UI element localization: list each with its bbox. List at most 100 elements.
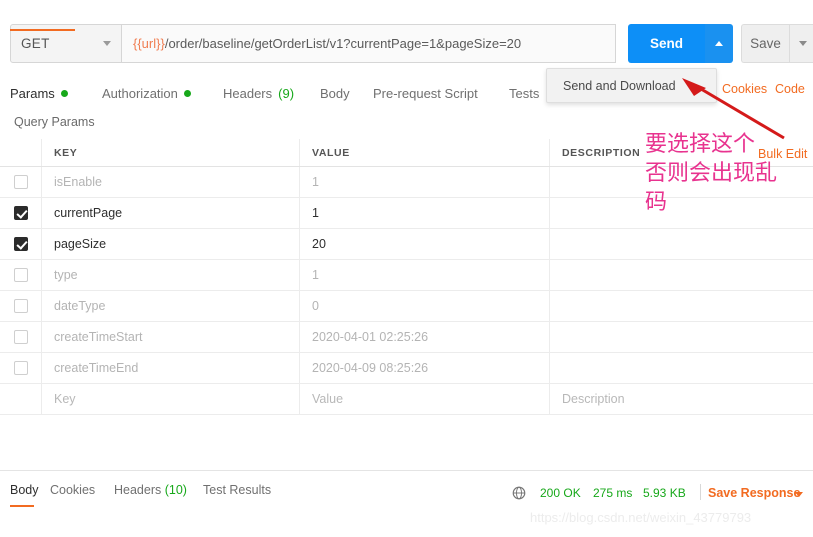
param-description[interactable] [550, 198, 813, 228]
placeholder-value[interactable]: Value [300, 384, 550, 414]
placeholder-description[interactable]: Description [550, 384, 813, 414]
chevron-up-icon [715, 41, 723, 46]
request-url-bar: GET {{url}}/order/baseline/getOrderList/… [10, 24, 813, 63]
param-value[interactable]: 2020-04-01 02:25:26 [300, 322, 550, 352]
param-value[interactable]: 1 [300, 167, 550, 197]
param-key[interactable]: isEnable [42, 167, 300, 197]
param-key[interactable]: dateType [42, 291, 300, 321]
row-checkbox-cell [0, 260, 42, 290]
tab-label: Params [10, 85, 55, 101]
column-header-key: KEY [42, 139, 300, 166]
param-description[interactable] [550, 291, 813, 321]
row-checkbox[interactable] [13, 299, 28, 313]
tab-label: Headers [223, 85, 273, 101]
url-path: /order/baseline/getOrderList/v1?currentP… [164, 36, 522, 51]
row-checkbox-cell [0, 322, 42, 352]
tab-label: Body [320, 85, 350, 101]
response-tab-label: Headers [114, 483, 162, 497]
param-value[interactable]: 1 [300, 198, 550, 228]
watermark: https://blog.csdn.net/weixin_43779793 [530, 510, 752, 525]
row-checkbox[interactable] [13, 330, 28, 344]
row-checkbox-cell [0, 353, 42, 383]
send-and-download-menu-item[interactable]: Send and Download [546, 68, 717, 103]
response-tab-count: (10) [164, 483, 187, 497]
table-row: pageSize 20 [0, 229, 813, 260]
placeholder-checkbox-cell [0, 384, 42, 414]
param-description[interactable] [550, 229, 813, 259]
param-value[interactable]: 2020-04-09 08:25:26 [300, 353, 550, 383]
table-row: currentPage 1 [0, 198, 813, 229]
query-params-table: KEY VALUE DESCRIPTION isEnable 1 currentPage 1… [0, 139, 813, 415]
status-dot-icon [183, 89, 191, 97]
chevron-down-icon [795, 492, 803, 497]
url-input[interactable]: {{url}}/order/baseline/getOrderList/v1?c… [122, 24, 616, 63]
response-tab-cookies[interactable]: Cookies [50, 483, 95, 497]
row-checkbox-cell [0, 167, 42, 197]
link-cookies[interactable]: Cookies [722, 82, 767, 96]
tab-tests[interactable]: Tests [509, 78, 539, 108]
send-options-button[interactable] [705, 24, 733, 63]
save-response-button[interactable]: Save Response [708, 486, 800, 500]
param-key[interactable]: pageSize [42, 229, 300, 259]
response-tab-headers[interactable]: Headers (10) [114, 483, 187, 497]
tab-count: (9) [278, 85, 295, 101]
status-divider [700, 484, 701, 500]
url-variable: {{url}} [133, 36, 165, 51]
active-tab-underline [10, 29, 75, 31]
param-key[interactable]: currentPage [42, 198, 300, 228]
chevron-down-icon [798, 41, 807, 46]
row-checkbox-cell [0, 291, 42, 321]
link-code[interactable]: Code [775, 82, 805, 96]
status-dot-icon [60, 89, 68, 97]
param-key[interactable]: type [42, 260, 300, 290]
response-divider [0, 470, 813, 471]
table-placeholder-row: Key Value Description [0, 384, 813, 415]
row-checkbox[interactable] [13, 268, 28, 282]
tab-params[interactable]: Params [10, 78, 68, 108]
send-button[interactable]: Send [628, 24, 705, 63]
param-description[interactable] [550, 353, 813, 383]
response-time: 275 ms [593, 486, 633, 500]
response-tab-label: Body [10, 483, 39, 497]
param-description[interactable] [550, 260, 813, 290]
response-tab-label: Cookies [50, 483, 96, 497]
tab-label: Pre-request Script [373, 85, 478, 101]
response-tab-test-results[interactable]: Test Results [203, 483, 271, 497]
url-text: {{url}}/order/baseline/getOrderList/v1?c… [133, 36, 521, 51]
tab-label: Tests [509, 85, 540, 101]
table-header-row: KEY VALUE DESCRIPTION [0, 139, 813, 167]
row-checkbox[interactable] [13, 206, 28, 220]
param-description[interactable] [550, 167, 813, 197]
param-description[interactable] [550, 322, 813, 352]
row-checkbox[interactable] [13, 175, 28, 189]
tab-authorization[interactable]: Authorization [102, 78, 191, 108]
row-checkbox[interactable] [13, 237, 28, 251]
row-checkbox-cell [0, 198, 42, 228]
table-row: isEnable 1 [0, 167, 813, 198]
param-key[interactable]: createTimeStart [42, 322, 300, 352]
globe-icon [512, 486, 526, 500]
save-options-button[interactable] [789, 24, 813, 63]
table-row: dateType 0 [0, 291, 813, 322]
send-and-download-label: Send and Download [563, 78, 676, 93]
placeholder-key[interactable]: Key [42, 384, 300, 414]
tab-body[interactable]: Body [320, 78, 350, 108]
param-key[interactable]: createTimeEnd [42, 353, 300, 383]
active-response-tab-underline [10, 505, 34, 507]
column-header-value: VALUE [300, 139, 550, 166]
param-value[interactable]: 20 [300, 229, 550, 259]
response-size: 5.93 KB [643, 486, 686, 500]
save-button[interactable]: Save [741, 24, 789, 63]
tab-pre-request-script[interactable]: Pre-request Script [373, 78, 478, 108]
tab-headers[interactable]: Headers (9) [223, 78, 294, 108]
postman-window: GET {{url}}/order/baseline/getOrderList/… [0, 0, 813, 537]
chevron-down-icon [103, 41, 111, 46]
response-tab-body[interactable]: Body [10, 483, 39, 497]
param-value[interactable]: 1 [300, 260, 550, 290]
table-row: createTimeEnd 2020-04-09 08:25:26 [0, 353, 813, 384]
response-status-code: 200 OK [540, 486, 581, 500]
query-params-title: Query Params [14, 115, 95, 129]
param-value[interactable]: 0 [300, 291, 550, 321]
http-method-label: GET [21, 36, 50, 51]
row-checkbox[interactable] [13, 361, 28, 375]
